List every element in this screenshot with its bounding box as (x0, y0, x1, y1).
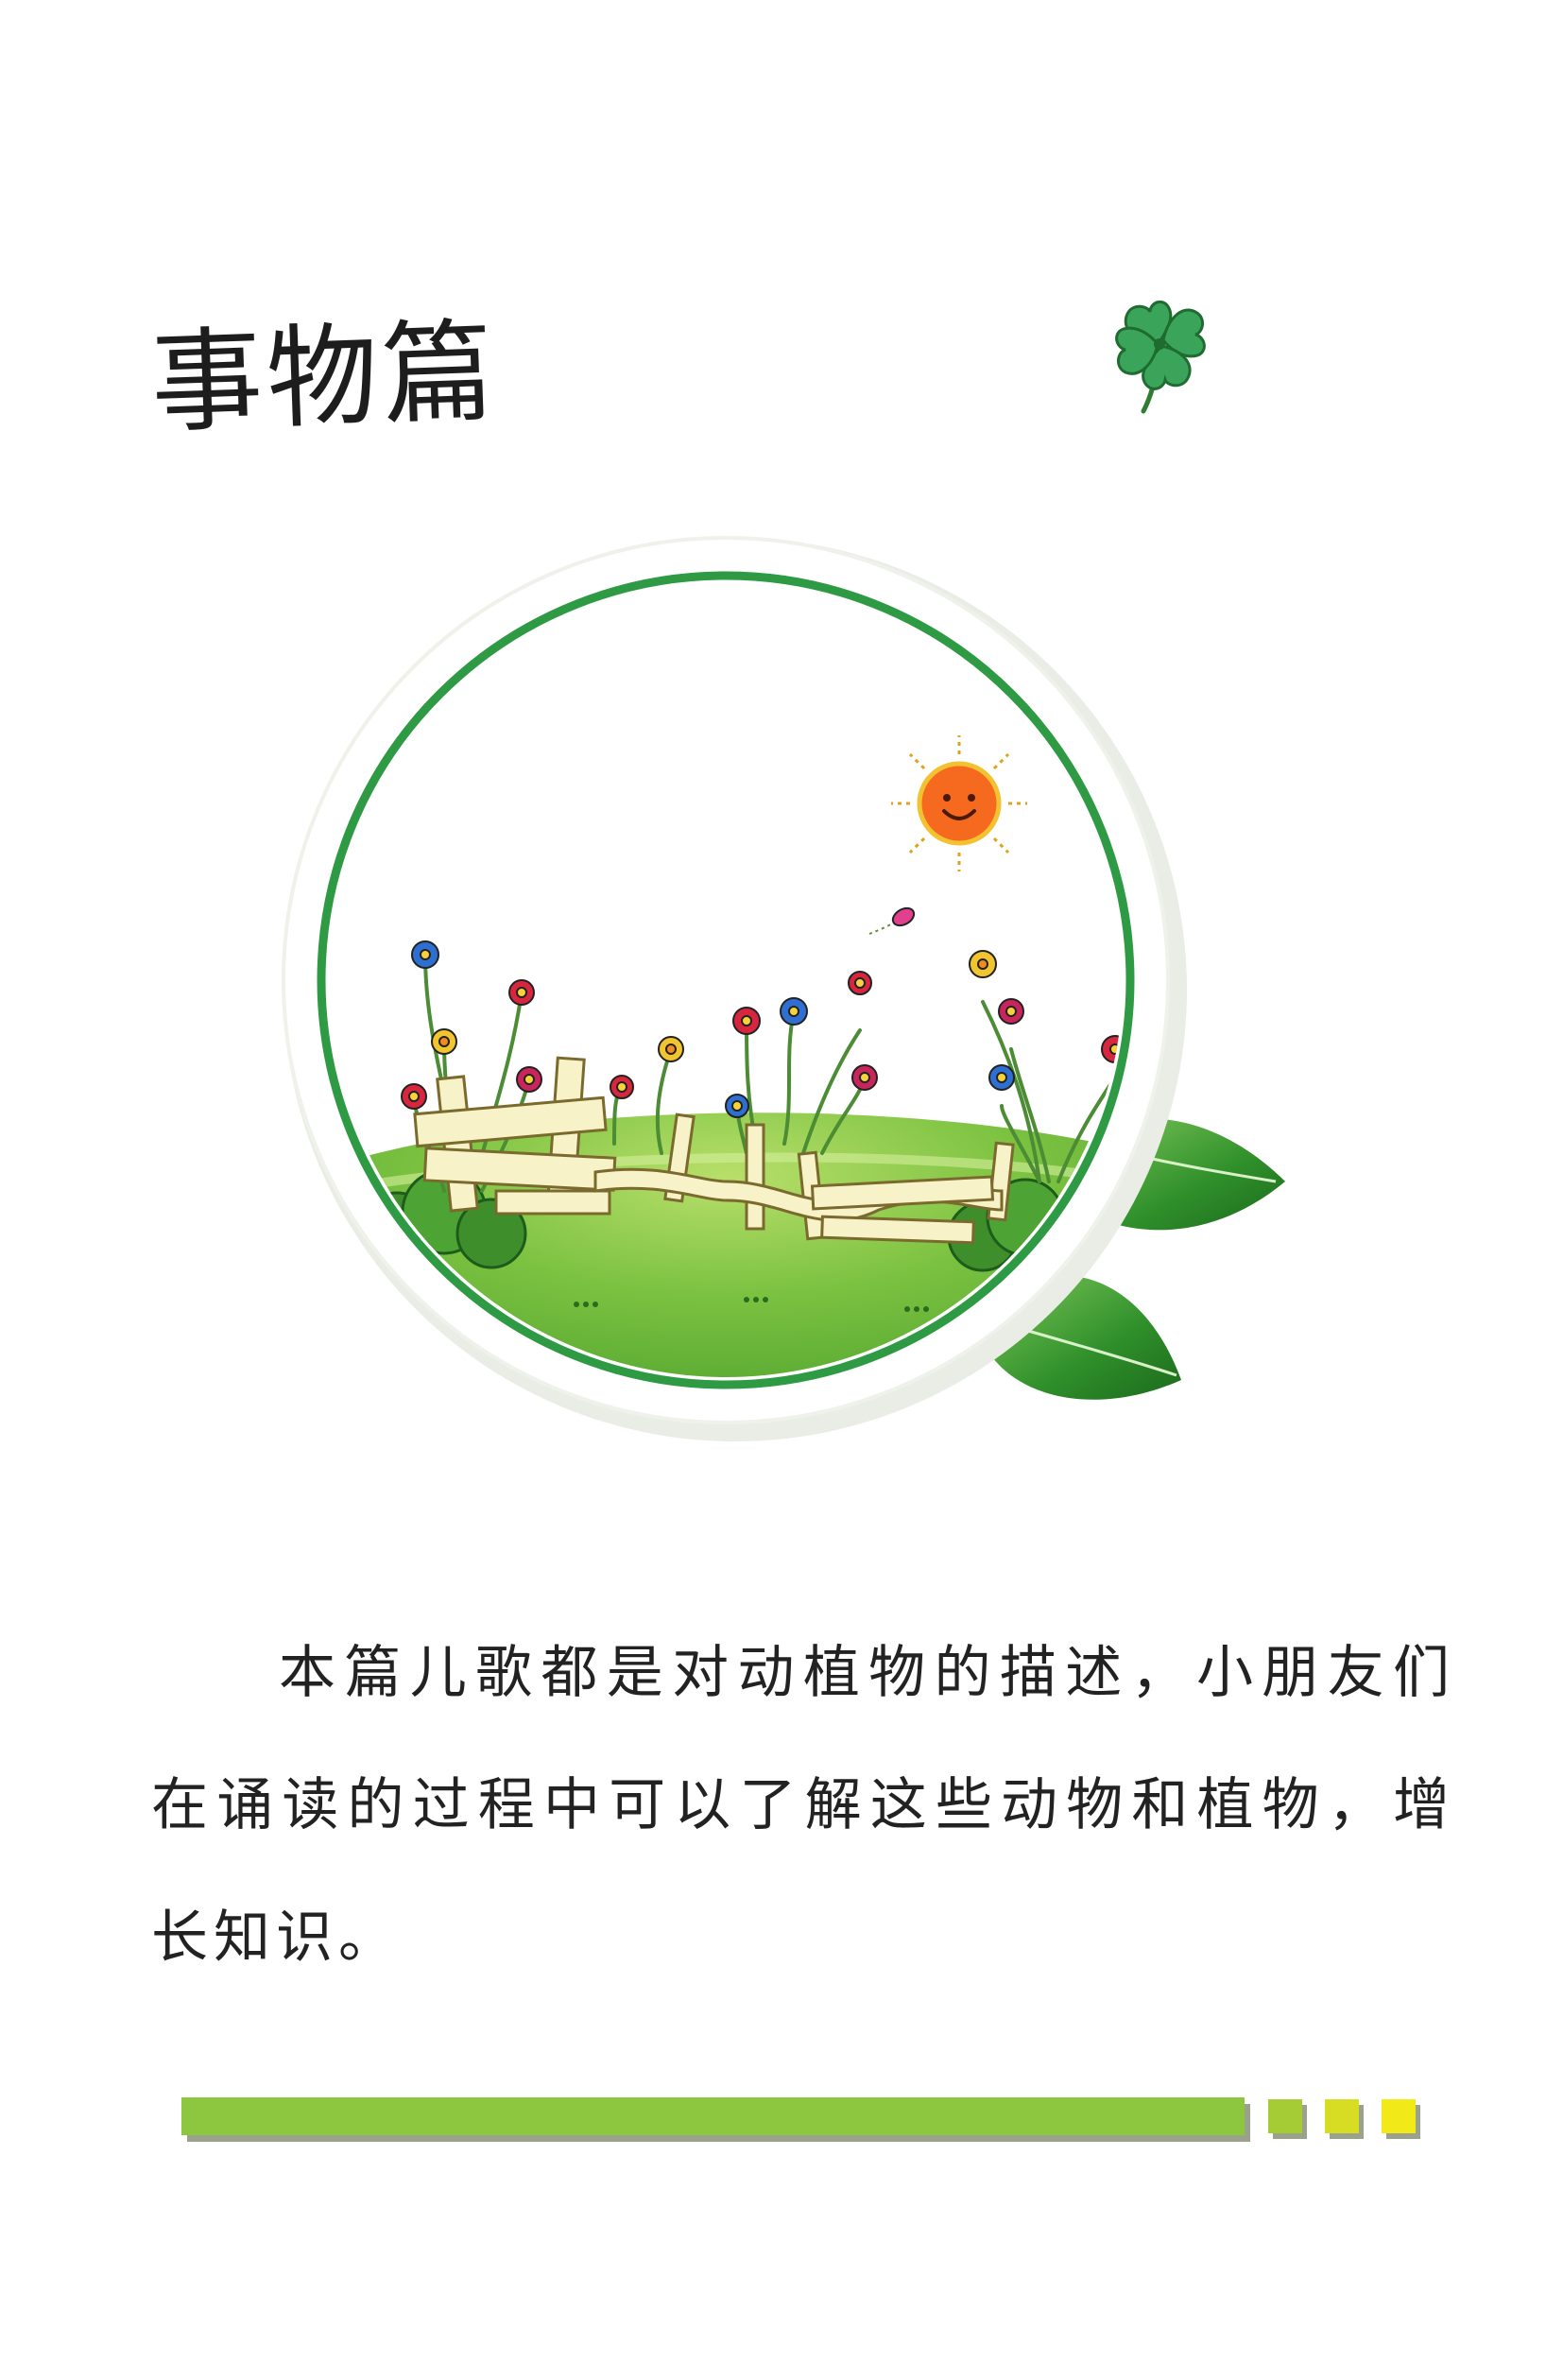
decorative-bar (181, 2094, 1438, 2147)
yellow-square (1382, 2099, 1416, 2133)
green-square (1268, 2099, 1302, 2133)
green-bar (181, 2097, 1245, 2135)
intro-paragraph: 本篇儿歌都是对动植物的描述，小朋友们在诵读的过程中可以了解这些动物和植物，增长知… (151, 1640, 1455, 1971)
garden-scene-illustration (282, 536, 1285, 1441)
page-title: 事物篇 (148, 305, 500, 449)
book-page: 事物篇 本篇儿歌都是对动植物的描述，小朋友们在诵读的过程中可以了解这些动物和植物… (0, 0, 1563, 2380)
yellow-green-square (1325, 2099, 1359, 2133)
four-leaf-clover-icon (1115, 300, 1206, 414)
